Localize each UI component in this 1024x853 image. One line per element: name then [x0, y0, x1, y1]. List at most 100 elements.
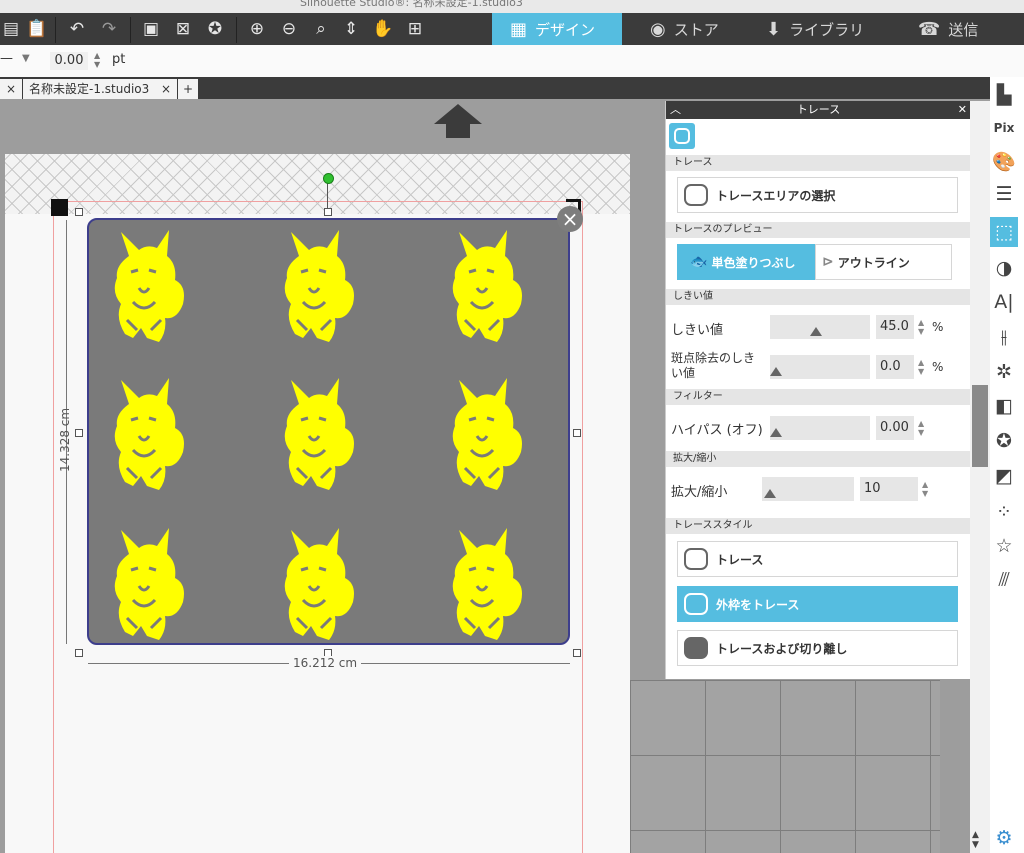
- close-tab-icon[interactable]: ×: [0, 79, 22, 99]
- trace-panel-icon[interactable]: ⬚: [990, 217, 1018, 247]
- stepper-icon[interactable]: ▲ ▼: [918, 358, 924, 376]
- ungroup-icon[interactable]: ⊠: [172, 18, 194, 40]
- palette-icon[interactable]: 🎨: [990, 146, 1018, 176]
- tab-store[interactable]: ◉ ストア: [650, 13, 719, 45]
- window-title: Silhouette Studio®: 名称未設定-1.studio3: [300, 0, 523, 9]
- resize-handle[interactable]: [75, 649, 83, 657]
- chevron-down-icon[interactable]: ▼: [22, 53, 30, 64]
- toolbar-divider: [130, 17, 131, 43]
- replicate-icon[interactable]: ✲: [990, 357, 1018, 387]
- close-icon[interactable]: ✕: [958, 101, 967, 119]
- line-style-icon[interactable]: ☰: [990, 179, 1018, 209]
- line-style-icon[interactable]: —: [0, 51, 13, 66]
- trace-area-icon: [684, 184, 708, 206]
- section-filter: フィルター: [666, 389, 971, 405]
- add-tab-button[interactable]: +: [178, 79, 198, 99]
- slider-thumb[interactable]: [770, 428, 782, 437]
- traced-image[interactable]: [87, 218, 570, 645]
- move-icon[interactable]: ⇕: [340, 18, 362, 40]
- resize-handle[interactable]: [324, 208, 332, 216]
- rotate-handle[interactable]: [323, 173, 334, 184]
- preview-fill-button[interactable]: 🐟 単色塗りつぶし: [677, 244, 815, 280]
- collapse-icon[interactable]: ︿: [670, 101, 681, 119]
- registration-mark: [51, 199, 68, 216]
- gear-icon[interactable]: ⚙: [990, 823, 1018, 853]
- save-icon[interactable]: ▤: [0, 18, 22, 40]
- close-icon[interactable]: ×: [161, 79, 171, 99]
- zoom-out-icon[interactable]: ⊖: [278, 18, 300, 40]
- tab-send[interactable]: ☎ 送信: [918, 13, 978, 45]
- select-trace-area-label: トレースエリアの選択: [716, 188, 836, 203]
- slider-thumb[interactable]: [770, 367, 782, 376]
- page-setup-icon[interactable]: ▙: [990, 80, 1018, 110]
- line-width-unit: pt: [112, 52, 126, 67]
- scale-input[interactable]: 10: [860, 477, 918, 501]
- document-tab[interactable]: 名称未設定-1.studio3 ×: [23, 79, 177, 99]
- fill-contrast-icon[interactable]: ◑: [990, 253, 1018, 283]
- stepper-icon[interactable]: ▲ ▼: [918, 318, 924, 336]
- add-page-icon[interactable]: ⊞: [404, 18, 426, 40]
- stepper-icon[interactable]: ▲ ▼: [918, 419, 924, 437]
- redo-icon[interactable]: ↷: [98, 18, 120, 40]
- vertical-scrollbar[interactable]: [970, 101, 990, 853]
- style-trace-button[interactable]: トレース: [677, 541, 958, 577]
- color-icon[interactable]: ✪: [204, 18, 226, 40]
- style-trace-detach-button[interactable]: トレースおよび切り離し: [677, 630, 958, 666]
- dots-icon[interactable]: ⁘: [990, 497, 1018, 527]
- highpass-input[interactable]: 0.00: [876, 416, 914, 440]
- text-icon[interactable]: A|: [990, 287, 1018, 317]
- slider-thumb[interactable]: [764, 489, 776, 498]
- align-icon[interactable]: ⫲: [990, 322, 1018, 352]
- select-trace-area-button[interactable]: トレースエリアの選択: [677, 177, 958, 213]
- despeckle-input[interactable]: 0.0: [876, 355, 914, 379]
- toolbar-divider: [236, 17, 237, 43]
- preview-fill-label: 単色塗りつぶし: [711, 255, 796, 270]
- right-icon-bar: ▙ Pix 🎨 ☰ ⬚ ◑ A| ⫲ ✲ ◧ ✪ ◩ ⁘ ☆ ⫻ ⚙: [990, 77, 1024, 853]
- height-dimension: 14.328 cm: [58, 407, 72, 472]
- zoom-in-icon[interactable]: ⊕: [246, 18, 268, 40]
- section-preview: トレースのプレビュー: [666, 222, 971, 238]
- resize-handle[interactable]: [573, 429, 581, 437]
- highpass-slider[interactable]: [770, 416, 870, 440]
- star-badge-icon[interactable]: ✪: [990, 426, 1018, 456]
- threshold-unit: %: [932, 320, 944, 334]
- main-toolbar: ▤ 📋 ↶ ↷ ▣ ⊠ ✪ ⊕ ⊖ ⌕ ⇕ ✋ ⊞ ▦ デザイン ◉ ストア ⬇…: [0, 13, 1024, 45]
- arrow-up-icon[interactable]: [434, 104, 482, 124]
- line-width-input[interactable]: 0.00: [50, 52, 88, 70]
- offset-icon[interactable]: ◩: [990, 461, 1018, 491]
- window-title-bar: Silhouette Studio®: 名称未設定-1.studio3: [0, 0, 1024, 13]
- stepper-icon[interactable]: ▲ ▼: [922, 480, 928, 498]
- modify-icon[interactable]: ◧: [990, 391, 1018, 421]
- despeckle-slider[interactable]: [770, 355, 870, 379]
- star-icon[interactable]: ☆: [990, 531, 1018, 561]
- tab-send-label: 送信: [948, 20, 979, 39]
- sketch-icon[interactable]: ⫻: [990, 565, 1018, 595]
- panel-header: ︿ トレース ✕: [666, 101, 971, 119]
- despeckle-label: 斑点除去のしき い値: [671, 351, 755, 381]
- machine-icon: ☎: [918, 18, 941, 40]
- threshold-input[interactable]: 45.0: [876, 315, 914, 339]
- resize-handle[interactable]: [573, 649, 581, 657]
- tab-library[interactable]: ⬇ ライブラリ: [766, 13, 864, 45]
- trace-tool-icon[interactable]: [669, 123, 695, 149]
- detach-icon: [684, 637, 708, 659]
- scale-label: 拡大/縮小: [671, 485, 728, 500]
- threshold-slider[interactable]: [770, 315, 870, 339]
- resize-handle[interactable]: [75, 429, 83, 437]
- pan-hand-icon[interactable]: ✋: [372, 18, 394, 40]
- resize-handle[interactable]: [75, 208, 83, 216]
- clipboard-icon[interactable]: 📋: [26, 18, 48, 40]
- scrollbar-thumb[interactable]: [972, 385, 988, 467]
- undo-icon[interactable]: ↶: [66, 18, 88, 40]
- slider-thumb[interactable]: [810, 327, 822, 336]
- preview-outline-button[interactable]: ⊳ アウトライン: [815, 244, 952, 280]
- scroll-arrows-icon[interactable]: ▲ ▼: [972, 830, 979, 850]
- group-icon[interactable]: ▣: [140, 18, 162, 40]
- scale-slider[interactable]: [762, 477, 854, 501]
- zoom-fit-icon[interactable]: ⌕: [310, 18, 332, 40]
- tab-design[interactable]: ▦ デザイン: [492, 13, 622, 45]
- stepper-icon[interactable]: ▲ ▼: [94, 51, 100, 69]
- style-outer-edge-button[interactable]: 外枠をトレース: [677, 586, 958, 622]
- delete-icon[interactable]: ×: [557, 206, 583, 232]
- pixscan-icon[interactable]: Pix: [990, 113, 1018, 143]
